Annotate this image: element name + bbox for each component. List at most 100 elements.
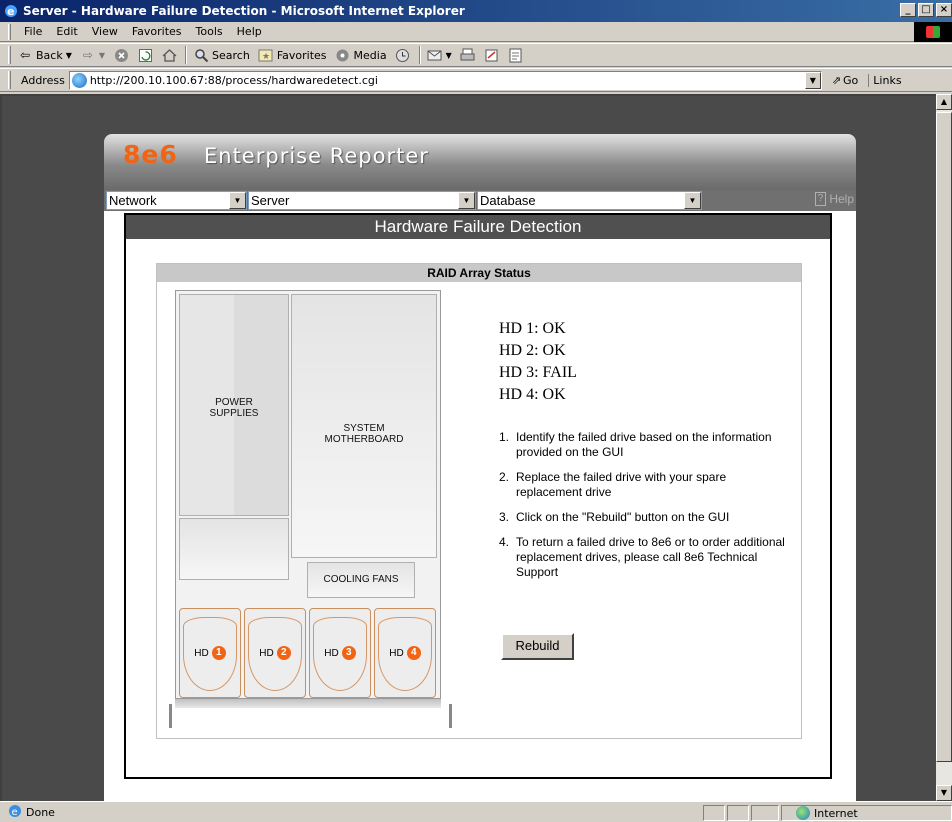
status-cell: [703, 805, 725, 821]
scroll-thumb[interactable]: [936, 112, 952, 762]
drive-number-badge: 2: [276, 646, 291, 660]
discuss-button[interactable]: [508, 47, 524, 63]
rebuild-button[interactable]: Rebuild: [501, 633, 574, 660]
network-select-value: Network: [109, 193, 157, 208]
instruction-item: 4. To return a failed drive to 8e6 or to…: [499, 535, 789, 580]
edit-button[interactable]: [484, 47, 500, 63]
chevron-down-icon: ▼: [458, 192, 475, 209]
go-arrow-icon: ⇗: [831, 73, 842, 87]
status-bar: e Done Internet: [0, 801, 952, 822]
menu-bar: File Edit View Favorites Tools Help: [0, 22, 952, 42]
hd-label: HD: [194, 647, 209, 659]
drive-status: HD 2: OK: [499, 342, 566, 359]
forward-arrow-icon: ⇨: [82, 48, 93, 62]
mail-icon: [427, 47, 443, 63]
drive-number-badge: 1: [211, 646, 226, 660]
favorites-button[interactable]: ★ Favorites: [258, 47, 327, 63]
system-motherboard: SYSTEM MOTHERBOARD: [291, 294, 437, 558]
database-select-value: Database: [480, 193, 536, 208]
maximize-button[interactable]: □: [918, 3, 934, 17]
search-label: Search: [212, 48, 250, 62]
favorites-icon: ★: [258, 47, 274, 63]
motherboard-label-1: SYSTEM: [343, 423, 385, 434]
menu-help[interactable]: Help: [230, 25, 269, 38]
status-cell: [727, 805, 749, 821]
scroll-up-icon[interactable]: ▲: [936, 94, 952, 110]
vertical-scrollbar[interactable]: ▲ ▼: [936, 94, 952, 801]
close-button[interactable]: ×: [936, 3, 952, 17]
drive-status: HD 1: OK: [499, 320, 566, 337]
motherboard-label-2: MOTHERBOARD: [324, 434, 404, 445]
menu-edit[interactable]: Edit: [49, 25, 84, 38]
hd-label: HD: [389, 647, 404, 659]
instruction-text: To return a failed drive to 8e6 or to or…: [516, 535, 785, 579]
server-diagram: POWER SUPPLIES SYSTEM MOTHERBOARD COOLIN…: [169, 290, 452, 730]
history-button[interactable]: [395, 47, 411, 63]
address-url: http://200.10.100.67:88/process/hardware…: [89, 73, 378, 87]
back-button[interactable]: ⇦ Back ▼: [17, 47, 72, 63]
help-label: Help: [829, 192, 854, 206]
instruction-number: 2.: [499, 470, 510, 484]
address-dropdown-icon[interactable]: ▼: [804, 71, 821, 89]
chevron-down-icon: ▼: [229, 192, 246, 209]
media-icon: [335, 47, 351, 63]
stop-button[interactable]: [113, 47, 129, 63]
favorites-label: Favorites: [276, 48, 327, 62]
menu-tools[interactable]: Tools: [189, 25, 230, 38]
raid-panel-title: RAID Array Status: [157, 264, 801, 282]
svg-text:e: e: [7, 5, 14, 18]
hd-label: HD: [324, 647, 339, 659]
home-icon: [161, 47, 177, 63]
refresh-button[interactable]: [137, 47, 153, 63]
drive-status: HD 3: FAIL: [499, 364, 577, 381]
print-icon: [460, 47, 476, 63]
address-label: Address: [21, 73, 65, 87]
instruction-number: 3.: [499, 510, 510, 524]
help-link[interactable]: ? Help: [814, 192, 854, 206]
svg-text:★: ★: [262, 52, 270, 62]
zone-label: Internet: [814, 806, 858, 820]
menu-file[interactable]: File: [17, 25, 49, 38]
chevron-down-icon: ▼: [684, 192, 701, 209]
power-supplies-label-1: POWER: [215, 397, 253, 408]
window-titlebar: e Server - Hardware Failure Detection - …: [0, 0, 952, 22]
address-input[interactable]: http://200.10.100.67:88/process/hardware…: [68, 70, 822, 90]
chassis-rail: [175, 698, 441, 708]
instruction-text: Replace the failed drive with your spare…: [516, 470, 727, 499]
search-button[interactable]: Search: [193, 47, 250, 63]
minimize-button[interactable]: _: [900, 3, 916, 17]
history-icon: [395, 47, 411, 63]
instruction-item: 2. Replace the failed drive with your sp…: [499, 470, 789, 500]
home-button[interactable]: [161, 47, 177, 63]
mail-button[interactable]: ▼: [427, 47, 452, 63]
menu-favorites[interactable]: Favorites: [125, 25, 189, 38]
power-supplies-label-2: SUPPLIES: [209, 408, 259, 419]
network-select[interactable]: Network ▼: [106, 191, 247, 210]
instruction-number: 4.: [499, 535, 510, 549]
stop-icon: [113, 47, 129, 63]
refresh-icon: [137, 47, 153, 63]
dropdown-arrow-icon: ▼: [445, 50, 452, 60]
menu-view[interactable]: View: [85, 25, 125, 38]
rack-leg: [169, 704, 172, 728]
security-zone: Internet: [781, 805, 952, 821]
instruction-text: Click on the "Rebuild" button on the GUI: [516, 510, 730, 524]
page-viewport: 8e6 Enterprise Reporter Network ▼ Server…: [0, 94, 936, 801]
links-button[interactable]: Links: [868, 73, 902, 87]
media-button[interactable]: Media: [335, 47, 387, 63]
ie-logo-icon: e: [3, 3, 19, 19]
drive-number-badge: 4: [406, 646, 421, 660]
status-done: e Done: [0, 804, 55, 821]
back-label: Back: [36, 48, 63, 62]
database-select[interactable]: Database ▼: [477, 191, 702, 210]
drive-status: HD 4: OK: [499, 386, 566, 403]
forward-button[interactable]: ⇨ ▼: [80, 47, 105, 63]
server-select[interactable]: Server ▼: [248, 191, 476, 210]
instruction-number: 1.: [499, 430, 510, 444]
print-button[interactable]: [460, 47, 476, 63]
help-icon: ?: [814, 192, 827, 206]
raid-status-panel: RAID Array Status POWER SUPPLIES SYSTEM …: [156, 263, 802, 739]
windows-logo-icon: [914, 22, 952, 42]
go-button[interactable]: ⇗ Go: [832, 74, 858, 87]
scroll-down-icon[interactable]: ▼: [936, 785, 952, 801]
